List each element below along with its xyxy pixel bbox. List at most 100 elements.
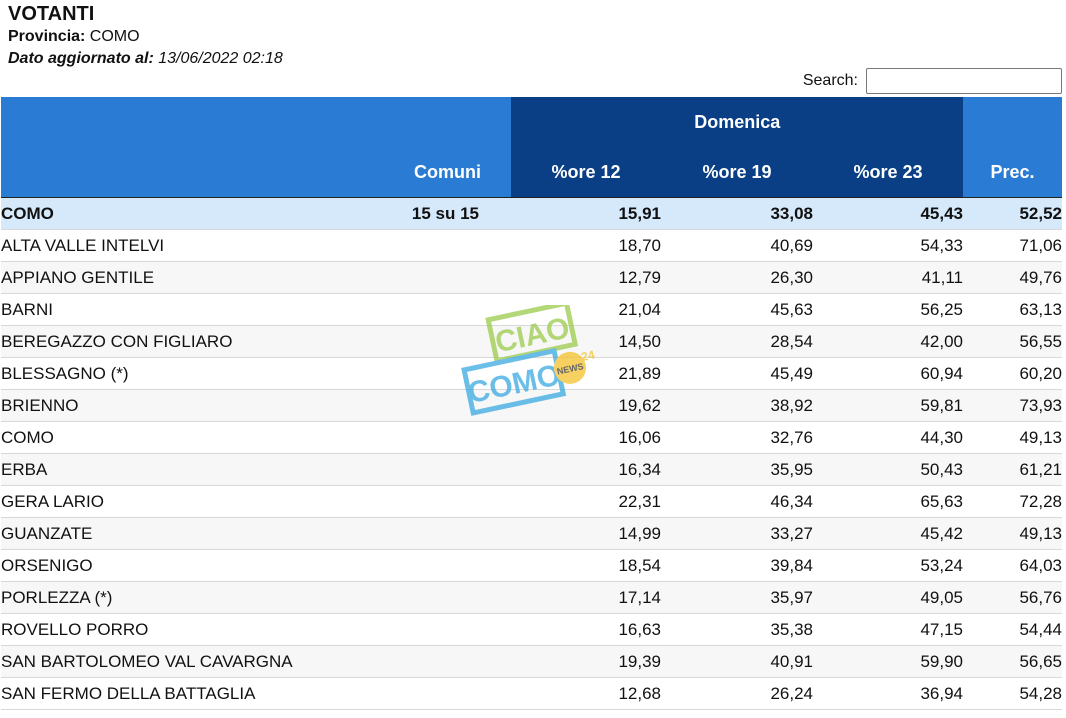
cell-ore19: 45,63	[661, 293, 813, 326]
cell-ore12: 16,06	[511, 421, 661, 454]
cell-ore23: 53,24	[813, 549, 963, 582]
cell-ore12: 16,63	[511, 613, 661, 646]
total-name-text: COMO	[1, 203, 54, 223]
total-ore12: 15,91	[511, 197, 661, 230]
cell-ore12: 12,68	[511, 677, 661, 710]
cell-ore23: 59,90	[813, 645, 963, 678]
search-box: Search:	[803, 68, 1062, 94]
cell-ore12: 14,99	[511, 517, 661, 550]
cell-ore12: 22,31	[511, 485, 661, 518]
table-row: ORSENIGO 18,54 39,84 53,24 64,03	[1, 549, 1062, 582]
cell-ore12: 12,79	[511, 261, 661, 294]
cell-prec: 61,21	[963, 453, 1062, 486]
cell-comune: APPIANO GENTILE	[1, 261, 511, 294]
cell-ore19: 32,76	[661, 421, 813, 454]
cell-prec: 49,76	[963, 261, 1062, 294]
total-row: COMO 15 su 15 15,91 33,08 45,43 52,52	[1, 197, 1062, 230]
cell-ore23: 65,63	[813, 485, 963, 518]
cell-ore23: 47,15	[813, 613, 963, 646]
header-blank	[1, 97, 511, 147]
col-ore23[interactable]: %ore 23	[813, 147, 963, 198]
cell-ore23: 41,11	[813, 261, 963, 294]
total-sezioni: 15 su 15	[411, 203, 479, 223]
cell-ore12: 17,14	[511, 581, 661, 614]
cell-ore19: 35,95	[661, 453, 813, 486]
cell-comune: ALTA VALLE INTELVI	[1, 229, 511, 262]
table-row: PORLEZZA (*) 17,14 35,97 49,05 56,76	[1, 581, 1062, 614]
cell-comune: BRIENNO	[1, 389, 511, 422]
table-row: GUANZATE 14,99 33,27 45,42 49,13	[1, 517, 1062, 550]
cell-ore12: 18,54	[511, 549, 661, 582]
col-comuni[interactable]: Comuni	[1, 147, 511, 198]
cell-prec: 54,28	[963, 677, 1062, 710]
total-ore23: 45,43	[813, 197, 963, 230]
cell-prec: 72,28	[963, 485, 1062, 518]
domenica-header: Domenica	[510, 97, 963, 147]
cell-prec: 56,65	[963, 645, 1062, 678]
table-row: ALTA VALLE INTELVI 18,70 40,69 54,33 71,06	[1, 229, 1062, 262]
provincia-line: Provincia: COMO	[8, 26, 283, 48]
cell-ore23: 45,42	[813, 517, 963, 550]
cell-prec: 56,76	[963, 581, 1062, 614]
cell-ore23: 49,05	[813, 581, 963, 614]
cell-comune: ROVELLO PORRO	[1, 613, 511, 646]
cell-prec: 64,03	[963, 549, 1062, 582]
cell-ore12: 16,34	[511, 453, 661, 486]
aggiornato-value: 13/06/2022 02:18	[153, 50, 283, 67]
aggiornato-line: Dato aggiornato al: 13/06/2022 02:18	[8, 48, 283, 70]
table-row: APPIANO GENTILE 12,79 26,30 41,11 49,76	[1, 261, 1062, 294]
cell-comune: SAN BARTOLOMEO VAL CAVARGNA	[1, 645, 511, 678]
cell-ore19: 45,49	[661, 357, 813, 390]
cell-ore23: 60,94	[813, 357, 963, 390]
cell-prec: 73,93	[963, 389, 1062, 422]
cell-prec: 63,13	[963, 293, 1062, 326]
cell-ore19: 33,27	[661, 517, 813, 550]
table-row: ERBA 16,34 35,95 50,43 61,21	[1, 453, 1062, 486]
col-ore12[interactable]: %ore 12	[511, 147, 661, 198]
cell-prec: 60,20	[963, 357, 1062, 390]
table-row: SAN BARTOLOMEO VAL CAVARGNA 19,39 40,91 59,…	[1, 645, 1062, 678]
cell-comune: COMO	[1, 421, 511, 454]
cell-ore19: 35,97	[661, 581, 813, 614]
ciaocomo-watermark-logo: CIAO COMO NEWS 24	[461, 305, 596, 416]
cell-ore23: 59,81	[813, 389, 963, 422]
cell-comune: BLESSAGNO (*)	[1, 357, 511, 390]
cell-ore19: 38,92	[661, 389, 813, 422]
cell-comune: ORSENIGO	[1, 549, 511, 582]
cell-prec: 49,13	[963, 421, 1062, 454]
cell-ore23: 36,94	[813, 677, 963, 710]
col-ore19[interactable]: %ore 19	[661, 147, 813, 198]
page-header: VOTANTI Provincia: COMO Dato aggiornato …	[8, 0, 283, 70]
total-prec: 52,52	[963, 197, 1062, 230]
table-row: GERA LARIO 22,31 46,34 65,63 72,28	[1, 485, 1062, 518]
table-row: SAN FERMO DELLA BATTAGLIA 12,68 26,24 36,94…	[1, 677, 1062, 710]
search-input[interactable]	[866, 68, 1062, 94]
provincia-label: Provincia:	[8, 28, 86, 45]
cell-ore19: 26,24	[661, 677, 813, 710]
cell-ore23: 44,30	[813, 421, 963, 454]
cell-comune: BEREGAZZO CON FIGLIARO	[1, 325, 511, 358]
cell-prec: 56,55	[963, 325, 1062, 358]
col-prec[interactable]: Prec.	[963, 147, 1062, 198]
cell-ore23: 42,00	[813, 325, 963, 358]
column-header-row: Comuni %ore 12 %ore 19 %ore 23 Prec.	[1, 147, 1062, 198]
cell-comune: SAN FERMO DELLA BATTAGLIA	[1, 677, 511, 710]
page-title: VOTANTI	[8, 3, 95, 25]
watermark-24: 24	[580, 348, 596, 365]
cell-prec: 71,06	[963, 229, 1062, 262]
cell-ore19: 39,84	[661, 549, 813, 582]
header-blank-right	[963, 97, 1062, 147]
total-name: COMO 15 su 15	[1, 197, 511, 230]
provincia-value: COMO	[85, 28, 140, 45]
cell-ore23: 50,43	[813, 453, 963, 486]
cell-ore12: 19,39	[511, 645, 661, 678]
cell-comune: BARNI	[1, 293, 511, 326]
cell-ore12: 18,70	[511, 229, 661, 262]
cell-ore19: 46,34	[661, 485, 813, 518]
cell-prec: 54,44	[963, 613, 1062, 646]
cell-comune: ERBA	[1, 453, 511, 486]
cell-ore19: 28,54	[661, 325, 813, 358]
total-ore19: 33,08	[661, 197, 813, 230]
search-label: Search:	[802, 72, 858, 89]
cell-ore23: 54,33	[813, 229, 963, 262]
